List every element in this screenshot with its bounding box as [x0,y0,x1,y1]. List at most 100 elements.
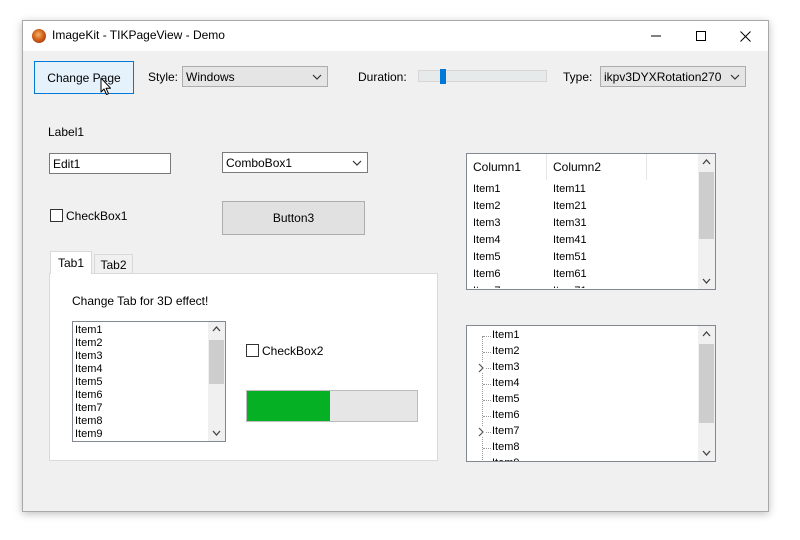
tree-item[interactable]: Item3 [492,361,520,373]
tree-item[interactable]: Item9 [492,457,520,461]
tab-hint-text: Change Tab for 3D effect! [72,294,209,308]
type-combobox[interactable]: ikpv3DYXRotation270 [600,66,746,87]
app-icon [32,29,46,43]
table-cell-column2: Item41 [553,233,587,246]
table-row[interactable]: Item5 Item51 [467,248,699,265]
list-view-scrollbar[interactable] [698,154,715,289]
table-cell-column2: Item21 [553,199,587,212]
chevron-right-icon[interactable] [477,427,485,437]
maximize-icon [695,31,706,41]
table-cell-column2: Item11 [553,182,586,195]
tree-item[interactable]: Item7 [492,425,520,437]
checkbox2-label: CheckBox2 [262,344,324,358]
tree-guide-line [482,336,483,461]
maximize-button[interactable] [678,21,723,51]
listbox-item[interactable]: Item8 [75,414,208,427]
tree-connector-line [483,400,491,401]
table-cell-column1: Item2 [473,199,501,212]
listbox-scrollbar[interactable] [208,322,225,441]
listbox-item[interactable]: Item5 [75,375,208,388]
tree-connector-line [483,416,491,417]
duration-slider-thumb[interactable] [440,69,446,84]
chevron-up-icon [702,159,711,165]
type-combobox-value: ikpv3DYXRotation270 [604,69,722,84]
edit1-input[interactable]: Edit1 [49,153,171,174]
checkbox1-label: CheckBox1 [66,209,128,223]
listbox[interactable]: Item1 Item2 Item3 Item4 Item5 Item6 Item7 Item8… [72,321,226,442]
style-combobox[interactable]: Windows [182,66,328,87]
tree-item[interactable]: Item8 [492,441,520,453]
minimize-icon [650,35,661,37]
table-cell-column2: Item61 [553,267,587,280]
tree-item[interactable]: Item1 [492,329,520,341]
table-row[interactable]: Item2 Item21 [467,197,699,214]
style-label: Style: [148,70,179,84]
tree-view[interactable]: Item1 Item2 Item3 Item4 Item5 Item6 Item7 Item8… [466,325,716,462]
listbox-item[interactable]: Item6 [75,388,208,401]
table-cell-column1: Item3 [473,216,501,229]
table-cell-column1: Item7 [467,285,547,289]
tab-tab2[interactable]: Tab2 [94,254,133,274]
tree-item[interactable]: Item4 [492,377,520,389]
chevron-down-icon [730,74,740,80]
column-header-column2[interactable]: Column2 [547,154,647,180]
column-header-column1[interactable]: Column1 [467,154,547,180]
change-page-button[interactable]: Change Page [34,61,134,94]
list-view[interactable]: Column1 Column2 Item1 Item11 Item2 Item21 It… [466,153,716,290]
chevron-down-icon [352,160,362,166]
title-bar: ImageKit - TIKPageView - Demo [23,21,768,51]
tree-item[interactable]: Item2 [492,345,520,357]
table-cell-column2: Item71 [547,285,647,289]
tree-connector-line [483,336,491,337]
chevron-down-icon [212,430,221,436]
listbox-item[interactable]: Item4 [75,362,208,375]
listbox-item[interactable]: Item9 [75,427,208,440]
table-row[interactable]: Item4 Item41 [467,231,699,248]
tree-connector-line [483,448,491,449]
table-cell-column1: Item5 [473,250,501,263]
table-row[interactable]: Item3 Item31 [467,214,699,231]
tree-item[interactable]: Item6 [492,409,520,421]
progress-bar-fill [247,391,330,421]
combobox1[interactable]: ComboBox1 [222,152,368,173]
app-window: ImageKit - TIKPageView - Demo Change Pag… [22,20,769,512]
listbox-item[interactable]: Item2 [75,336,208,349]
progress-bar [246,390,418,422]
column2-label: Column2 [553,160,602,174]
table-row[interactable]: Item7Item71 [467,282,699,289]
button3[interactable]: Button3 [222,201,365,235]
column1-label: Column1 [473,160,522,174]
minimize-button[interactable] [633,21,678,51]
combobox1-value: ComboBox1 [226,155,293,170]
table-cell-column1: Item4 [473,233,501,246]
listbox-item[interactable]: Item1 [75,323,208,336]
list-view-scroll-thumb[interactable] [699,172,714,239]
table-row[interactable]: Item6 Item61 [467,265,699,282]
type-label: Type: [563,70,593,84]
list-view-header: Column1 Column2 [467,154,699,180]
listbox-item[interactable]: Item3 [75,349,208,362]
window-title: ImageKit - TIKPageView - Demo [52,28,225,42]
listbox-scroll-thumb[interactable] [209,340,224,384]
chevron-down-icon [312,74,322,80]
duration-slider[interactable] [418,69,547,84]
list-view-rows: Item1 Item11 Item2 Item21 Item3 Item31 Item4 It… [467,180,699,289]
tree-view-scrollbar[interactable] [698,326,715,461]
tree-view-scroll-thumb[interactable] [699,344,714,423]
listbox-items: Item1 Item2 Item3 Item4 Item5 Item6 Item7 Item8… [75,323,208,440]
mouse-cursor-icon [100,77,111,95]
checkbox2[interactable] [246,344,259,357]
chevron-right-icon[interactable] [477,363,485,373]
tree-item[interactable]: Item5 [492,393,520,405]
chevron-up-icon [212,326,221,332]
tree-connector-line [483,384,491,385]
close-button[interactable] [723,21,768,51]
tab1-label: Tab1 [57,256,85,270]
tab-tab1[interactable]: Tab1 [50,251,92,274]
table-row[interactable]: Item1 Item11 [467,180,699,197]
listbox-item[interactable]: Item7 [75,401,208,414]
checkbox1[interactable] [50,209,63,222]
tree-view-items: Item1 Item2 Item3 Item4 Item5 Item6 Item7 Item8… [467,326,698,461]
chevron-down-icon [702,450,711,456]
button3-label: Button3 [272,211,315,225]
